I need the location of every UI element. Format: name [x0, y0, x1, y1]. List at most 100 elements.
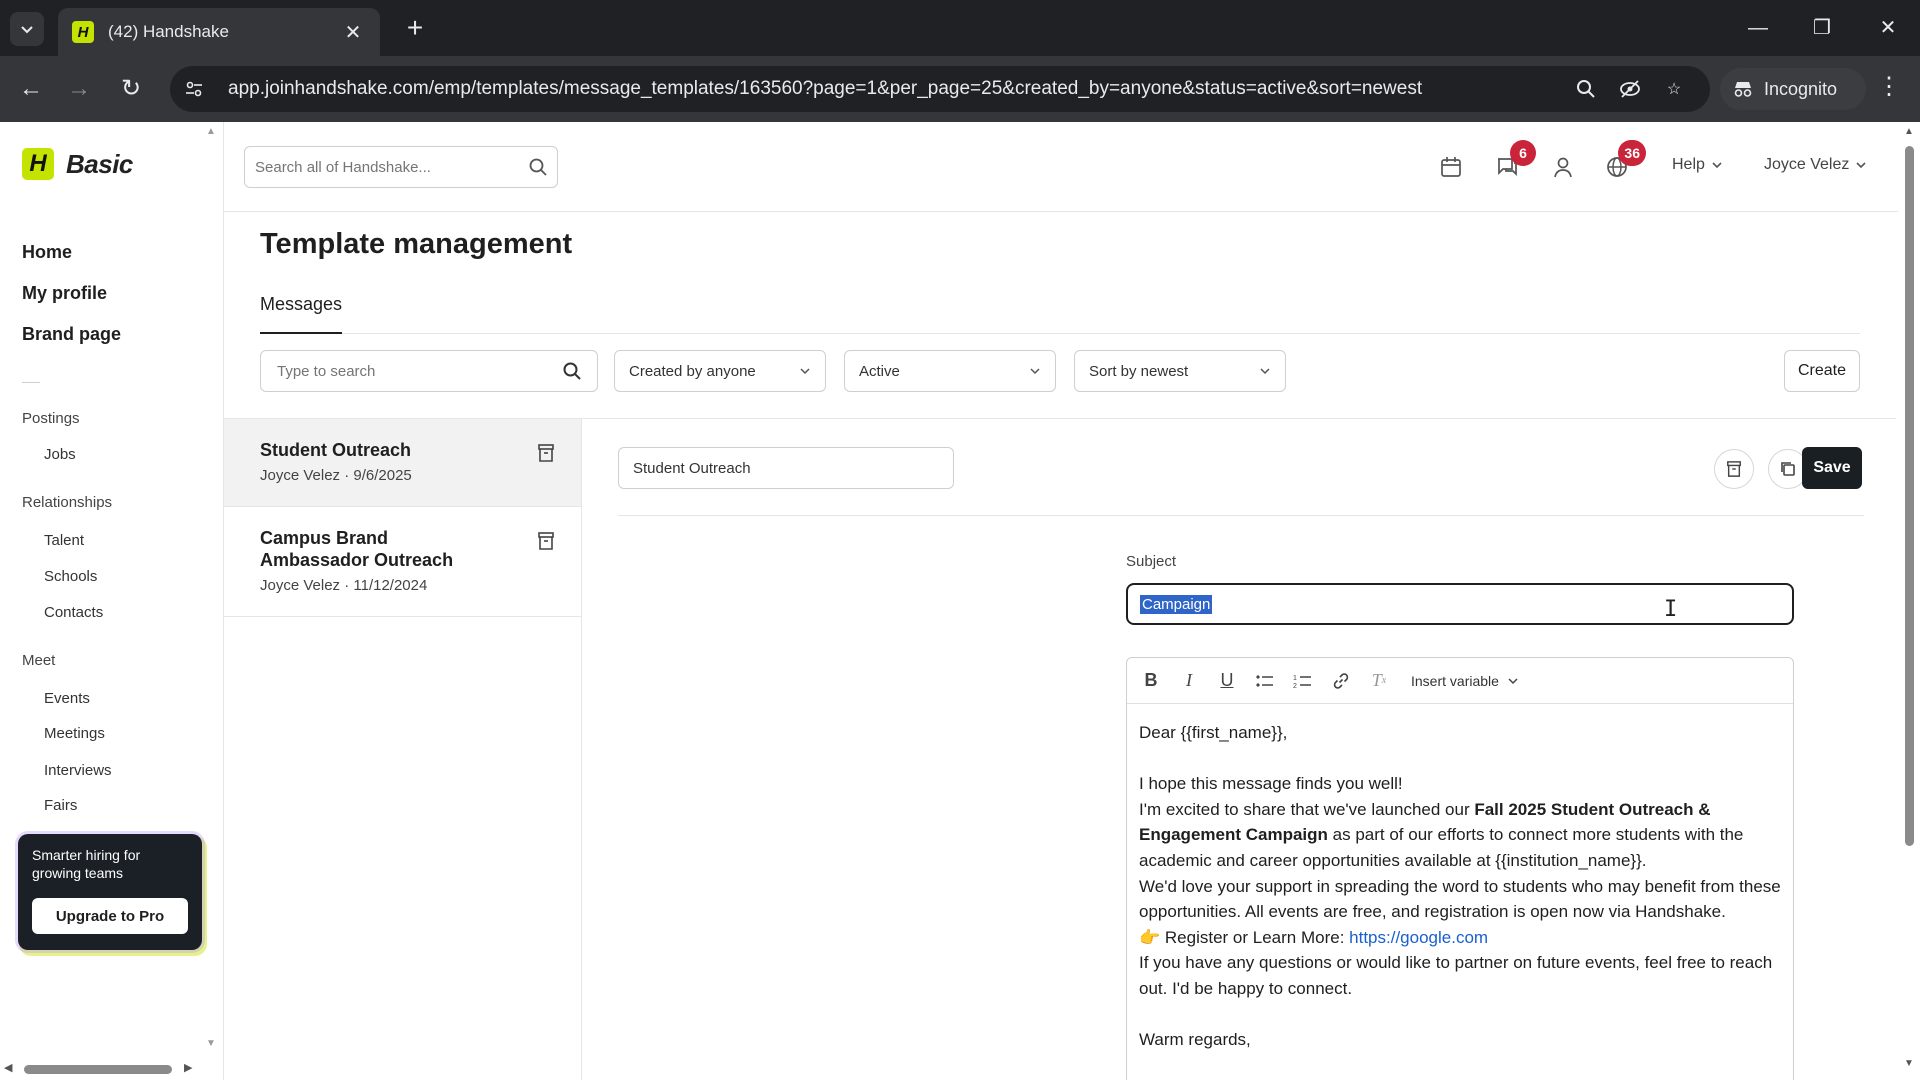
- minimize-icon[interactable]: —: [1738, 10, 1778, 46]
- template-search-input[interactable]: [277, 362, 563, 380]
- close-tab-icon[interactable]: ✕: [340, 20, 366, 45]
- messages-icon[interactable]: 6: [1490, 140, 1536, 184]
- archive-template-button[interactable]: [1714, 449, 1754, 489]
- scroll-up-icon[interactable]: ▲: [1904, 126, 1914, 137]
- sidebar-item-my-profile[interactable]: My profile: [22, 283, 107, 304]
- search-icon[interactable]: [529, 158, 547, 176]
- sidebar-section-relationships: Relationships: [22, 494, 113, 511]
- browser-tab[interactable]: H (42) Handshake ✕: [58, 8, 380, 56]
- new-tab-button[interactable]: +: [398, 12, 432, 46]
- body-closing: Warm regards,: [1139, 1030, 1251, 1050]
- underline-icon[interactable]: U: [1211, 665, 1243, 697]
- reload-icon[interactable]: ↻: [114, 72, 148, 106]
- created-by-select[interactable]: Created by anyone: [614, 350, 826, 392]
- template-meta: Joyce Velez · 11/12/2024: [260, 577, 428, 594]
- tab-search-button[interactable]: [10, 12, 44, 46]
- global-search[interactable]: [244, 146, 558, 188]
- browser-menu-icon[interactable]: ⋮: [1872, 72, 1906, 101]
- site-info-icon[interactable]: [184, 79, 214, 99]
- search-icon[interactable]: [563, 362, 581, 380]
- create-button[interactable]: Create: [1784, 350, 1860, 392]
- tab-title: (42) Handshake: [108, 22, 229, 41]
- upgrade-to-pro-button[interactable]: Upgrade to Pro: [32, 898, 188, 934]
- user-name: Joyce Velez: [1764, 156, 1850, 173]
- created-by-value: Created by anyone: [629, 362, 756, 380]
- chevron-down-icon: [21, 26, 33, 34]
- handshake-logo[interactable]: H Basic: [22, 148, 133, 180]
- address-bar[interactable]: app.joinhandshake.com/emp/templates/mess…: [170, 66, 1710, 112]
- scrollbar-thumb[interactable]: [1905, 146, 1914, 846]
- url-text[interactable]: app.joinhandshake.com/emp/templates/mess…: [228, 78, 1564, 100]
- sidebar-section-meet: Meet: [22, 652, 56, 669]
- scrollbar-thumb[interactable]: [24, 1065, 172, 1074]
- globe-icon[interactable]: 36: [1600, 140, 1646, 184]
- sidebar-item-contacts[interactable]: Contacts: [44, 604, 103, 621]
- sidebar-item-home[interactable]: Home: [22, 242, 72, 263]
- template-name-input[interactable]: [618, 447, 954, 489]
- scroll-left-icon[interactable]: ◀: [4, 1061, 12, 1074]
- handshake-favicon-icon: H: [72, 21, 94, 43]
- message-body[interactable]: Dear {{first_name}}, I hope this message…: [1127, 704, 1793, 1069]
- formatting-toolbar: B I U 12 Tx Insert variable: [1127, 658, 1793, 704]
- sidebar-item-schools[interactable]: Schools: [44, 568, 97, 585]
- sidebar-item-meetings[interactable]: Meetings: [44, 725, 105, 742]
- sidebar-item-talent[interactable]: Talent: [44, 532, 84, 549]
- back-icon[interactable]: ←: [14, 72, 48, 106]
- restore-icon[interactable]: ❐: [1802, 10, 1842, 46]
- subject-input[interactable]: Campaign: [1126, 583, 1794, 625]
- archive-icon[interactable]: [537, 443, 555, 468]
- logo-mark: H: [22, 148, 54, 180]
- forward-icon[interactable]: →: [62, 72, 96, 106]
- page-vertical-scrollbar[interactable]: ▲ ▼: [1898, 122, 1920, 1080]
- sidebar-scroll-up-icon[interactable]: ▲: [206, 126, 216, 137]
- profile-icon[interactable]: [1546, 150, 1580, 184]
- bookmark-star-icon[interactable]: ☆: [1652, 72, 1696, 106]
- tracking-protection-icon[interactable]: [1608, 72, 1652, 106]
- bulleted-list-icon[interactable]: [1249, 665, 1281, 697]
- text-cursor-icon: I: [1664, 597, 1678, 622]
- template-list-item[interactable]: Student Outreach Joyce Velez · 9/6/2025: [224, 419, 581, 507]
- incognito-indicator[interactable]: Incognito: [1720, 68, 1866, 110]
- subject-selected-text[interactable]: Campaign: [1140, 594, 1213, 614]
- template-search[interactable]: [260, 350, 598, 392]
- sidebar-item-interviews[interactable]: Interviews: [44, 762, 112, 779]
- italic-icon[interactable]: I: [1173, 665, 1205, 697]
- body-paragraph: I'm excited to share that we've launched…: [1139, 799, 1744, 870]
- sidebar-scroll-down-icon[interactable]: ▼: [206, 1038, 216, 1049]
- sidebar-item-jobs[interactable]: Jobs: [44, 446, 76, 463]
- insert-variable-dropdown[interactable]: Insert variable: [1411, 673, 1519, 689]
- promo-text: Smarter hiring for growing teams: [32, 847, 141, 881]
- bold-icon[interactable]: B: [1135, 665, 1167, 697]
- template-editor: Save Subject Campaign I B I U 12 Tx: [582, 418, 1896, 1080]
- user-menu[interactable]: Joyce Velez: [1764, 156, 1867, 174]
- calendar-icon[interactable]: [1434, 150, 1468, 184]
- sidebar-horizontal-scrollbar[interactable]: ◀ ▶: [0, 1058, 224, 1080]
- help-menu[interactable]: Help: [1672, 156, 1723, 174]
- template-list-item[interactable]: Campus Brand Ambassador Outreach Joyce V…: [224, 507, 581, 617]
- status-select[interactable]: Active: [844, 350, 1056, 392]
- message-body-editor[interactable]: B I U 12 Tx Insert variable Dear {{first…: [1126, 657, 1794, 1080]
- close-window-icon[interactable]: ✕: [1868, 10, 1908, 46]
- clear-format-icon[interactable]: Tx: [1363, 665, 1395, 697]
- template-title: Campus Brand Ambassador Outreach: [260, 528, 454, 570]
- filter-bar: Created by anyone Active Sort by newest …: [260, 350, 1860, 392]
- register-link[interactable]: https://google.com: [1349, 928, 1488, 947]
- scroll-down-icon[interactable]: ▼: [1904, 1058, 1914, 1069]
- editor-divider: [618, 515, 1864, 516]
- incognito-icon: [1734, 82, 1752, 97]
- main-content: Template management Messages Created by …: [224, 212, 1896, 1080]
- archive-icon[interactable]: [537, 531, 555, 556]
- save-button[interactable]: Save: [1802, 447, 1862, 489]
- sidebar-item-brand-page[interactable]: Brand page: [22, 324, 121, 345]
- scroll-right-icon[interactable]: ▶: [184, 1061, 192, 1074]
- global-search-input[interactable]: [255, 158, 529, 176]
- help-label: Help: [1672, 156, 1705, 173]
- tab-messages[interactable]: Messages: [260, 290, 343, 334]
- sidebar-item-events[interactable]: Events: [44, 690, 90, 707]
- status-value: Active: [859, 362, 900, 380]
- sidebar-item-fairs[interactable]: Fairs: [44, 797, 77, 814]
- zoom-icon[interactable]: [1564, 72, 1608, 106]
- link-icon[interactable]: [1325, 665, 1357, 697]
- numbered-list-icon[interactable]: 12: [1287, 665, 1319, 697]
- sort-select[interactable]: Sort by newest: [1074, 350, 1286, 392]
